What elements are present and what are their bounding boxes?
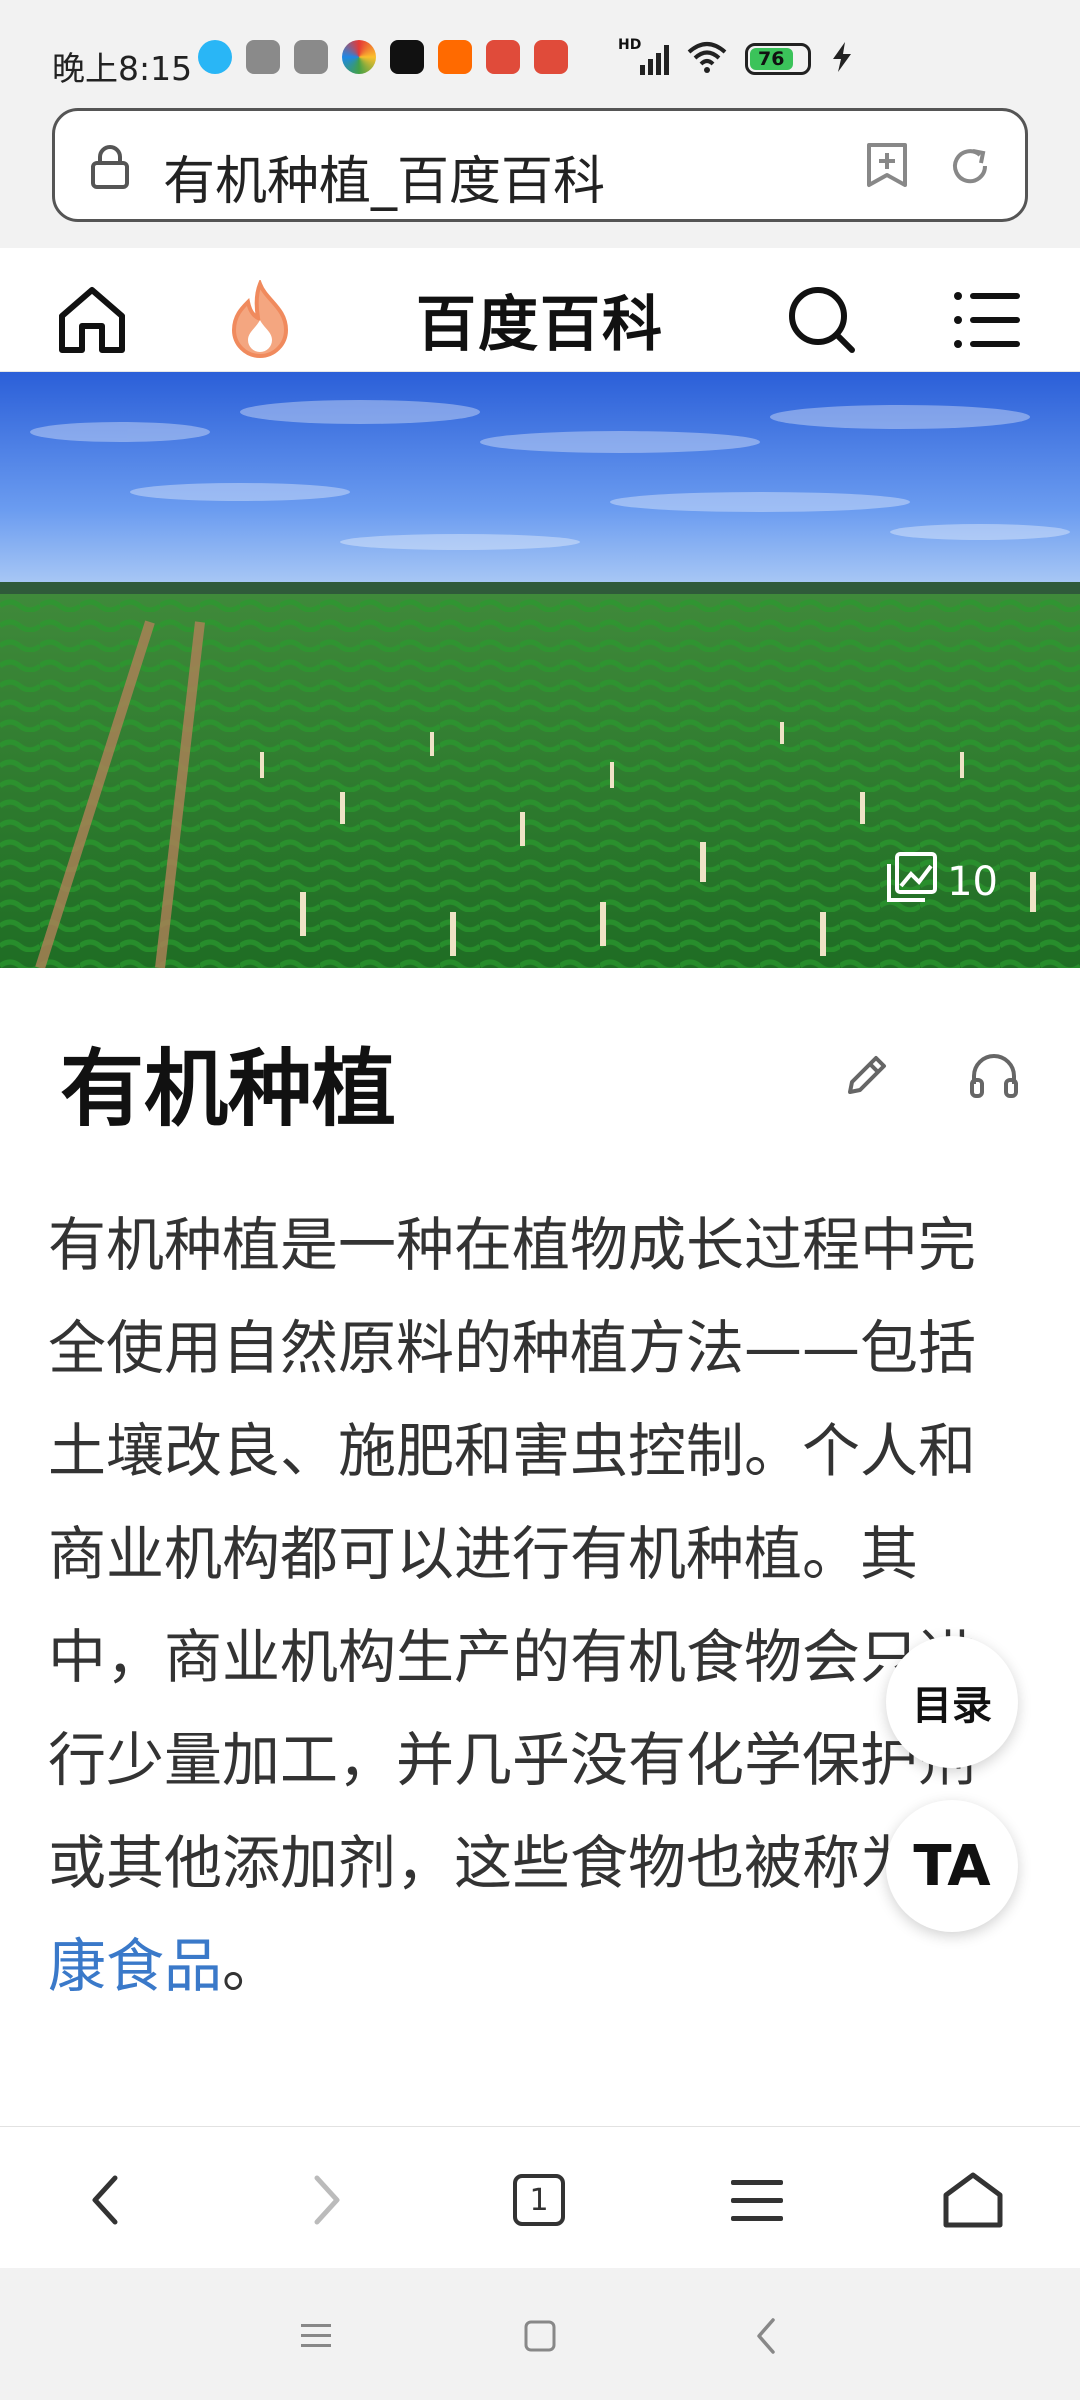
refresh-icon[interactable] <box>947 143 993 193</box>
article-summary: 有机种植是一种在植物成长过程中完全使用自然原料的种植方法——包括土壤改良、施肥和… <box>48 1194 1028 2018</box>
app-icon <box>246 40 280 74</box>
tab-count: 1 <box>513 2174 565 2226</box>
menu-lines-icon[interactable] <box>712 2155 802 2245</box>
lock-icon <box>89 145 131 195</box>
recent-apps-icon[interactable] <box>286 2306 346 2366</box>
add-bookmark-icon[interactable] <box>865 141 909 195</box>
article-summary-tail: 。 <box>222 1932 281 2000</box>
weibo-icon <box>342 40 376 74</box>
page-title-in-address-bar[interactable]: 有机种植_百度百科 <box>163 139 605 214</box>
listen-headphones-icon[interactable] <box>968 1050 1020 1104</box>
signal-icon: HD <box>618 37 669 75</box>
search-icon[interactable] <box>786 284 858 360</box>
gallery-icon <box>887 852 938 912</box>
ta-button[interactable]: TA <box>886 1800 1018 1932</box>
app-icon <box>534 40 568 74</box>
douyin-icon <box>390 40 424 74</box>
app-icon <box>486 40 520 74</box>
status-indicators: HD 76 <box>618 37 855 78</box>
edit-icon[interactable] <box>842 1050 892 1104</box>
battery-icon: 76 <box>745 43 811 75</box>
qq-icon <box>198 40 232 74</box>
back-icon[interactable] <box>60 2155 150 2245</box>
status-bar: 晚上8:15 HD 76 <box>0 0 1080 100</box>
address-bar-container: 有机种植_百度百科 <box>0 100 1080 248</box>
article-title: 有机种植 <box>60 1040 397 1138</box>
address-bar[interactable]: 有机种植_百度百科 <box>52 108 1028 222</box>
network-type: HD <box>618 37 642 53</box>
system-navigation-bar <box>0 2268 1080 2400</box>
browser-toolbar: 1 <box>0 2126 1080 2268</box>
status-time: 晚上8:15 <box>52 49 193 88</box>
browser-home-icon[interactable] <box>928 2155 1018 2245</box>
system-back-icon[interactable] <box>736 2306 796 2366</box>
hero-image[interactable]: 10 <box>0 372 1080 968</box>
site-header: 百度百科 <box>0 248 1080 372</box>
wifi-icon <box>687 40 727 78</box>
site-title[interactable]: 百度百科 <box>0 276 1080 363</box>
system-home-icon[interactable] <box>510 2306 570 2366</box>
menu-icon[interactable] <box>954 290 1022 354</box>
taobao-icon <box>438 40 472 74</box>
article-summary-text: 有机种植是一种在植物成长过程中完全使用自然原料的种植方法——包括土壤改良、施肥和… <box>48 1211 977 1897</box>
notification-icons <box>198 40 568 74</box>
photo-count: 10 <box>947 859 998 905</box>
battery-level: 76 <box>750 48 793 70</box>
photo-count-badge[interactable]: 10 <box>887 852 998 912</box>
app-icon <box>294 40 328 74</box>
table-of-contents-button[interactable]: 目录 <box>886 1636 1018 1768</box>
charging-icon <box>829 40 855 78</box>
forward-icon[interactable] <box>282 2155 372 2245</box>
tabs-button[interactable]: 1 <box>494 2155 584 2245</box>
